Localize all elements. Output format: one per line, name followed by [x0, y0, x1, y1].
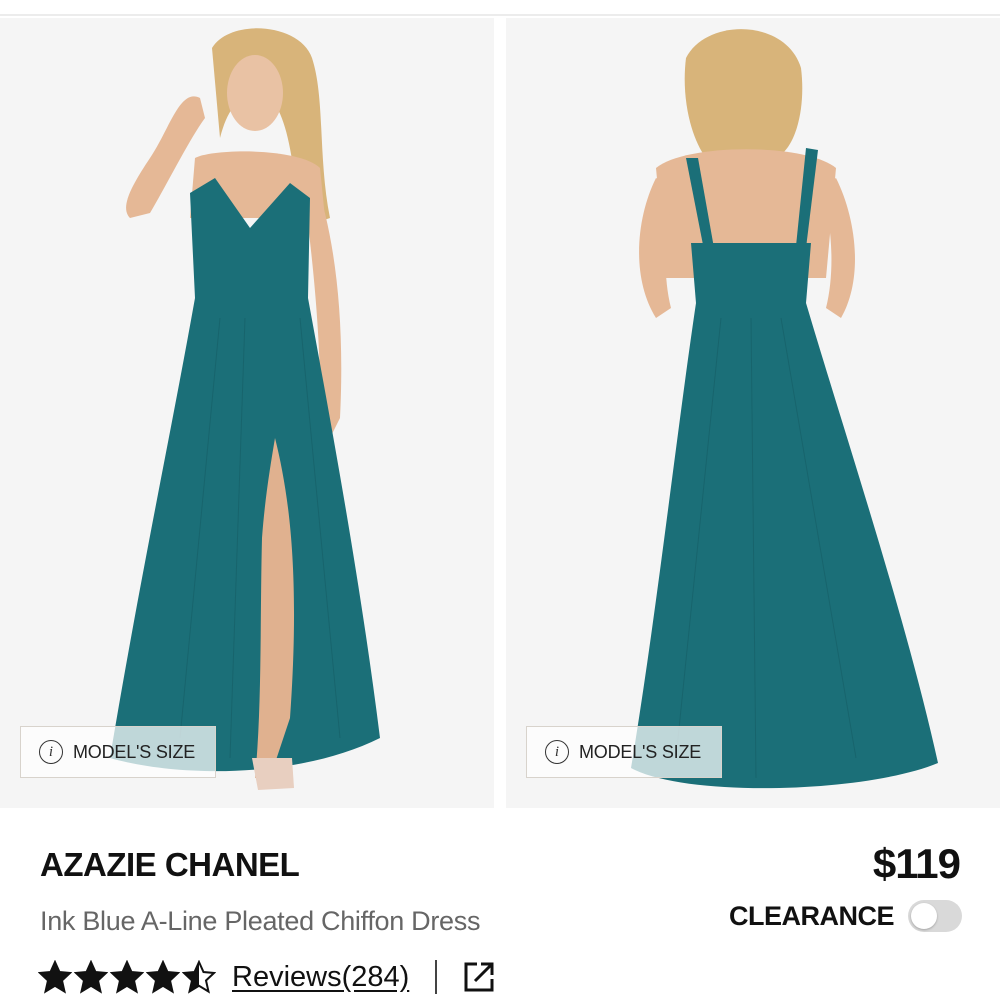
product-image-back[interactable]: i MODEL'S SIZE: [506, 18, 1000, 808]
product-price: $119: [872, 840, 961, 887]
half-star-icon: [182, 960, 216, 994]
reviews-link[interactable]: Reviews(284): [232, 961, 409, 994]
product-brand: AZAZIE CHANEL: [40, 846, 300, 883]
clearance-label: CLEARANCE: [728, 900, 895, 931]
info-icon: i: [545, 740, 569, 764]
product-image-front[interactable]: i MODEL'S SIZE: [0, 18, 494, 808]
star-rating: [38, 960, 216, 994]
star-icon: [110, 960, 144, 994]
model-size-label: MODEL'S SIZE: [73, 741, 196, 762]
divider: [435, 960, 438, 994]
star-icon: [38, 960, 72, 994]
image-gallery: i MODEL'S SIZE i MODEL'S SIZE: [0, 18, 1000, 808]
star-icon: [146, 960, 180, 994]
clearance-toggle[interactable]: [908, 900, 962, 932]
toggle-knob: [911, 903, 937, 929]
model-size-label: MODEL'S SIZE: [579, 741, 702, 762]
rating-row: Reviews(284): [38, 956, 497, 998]
model-back-illustration: [506, 18, 1000, 808]
product-name: Ink Blue A-Line Pleated Chiffon Dress: [40, 906, 481, 936]
info-icon: i: [39, 740, 63, 764]
top-bar: [0, 0, 1000, 16]
model-size-button[interactable]: i MODEL'S SIZE: [526, 726, 722, 778]
share-icon[interactable]: [461, 959, 497, 995]
star-icon: [74, 960, 108, 994]
model-front-illustration: [0, 18, 494, 808]
model-size-button[interactable]: i MODEL'S SIZE: [20, 726, 216, 778]
clearance-row: CLEARANCE: [729, 900, 962, 932]
